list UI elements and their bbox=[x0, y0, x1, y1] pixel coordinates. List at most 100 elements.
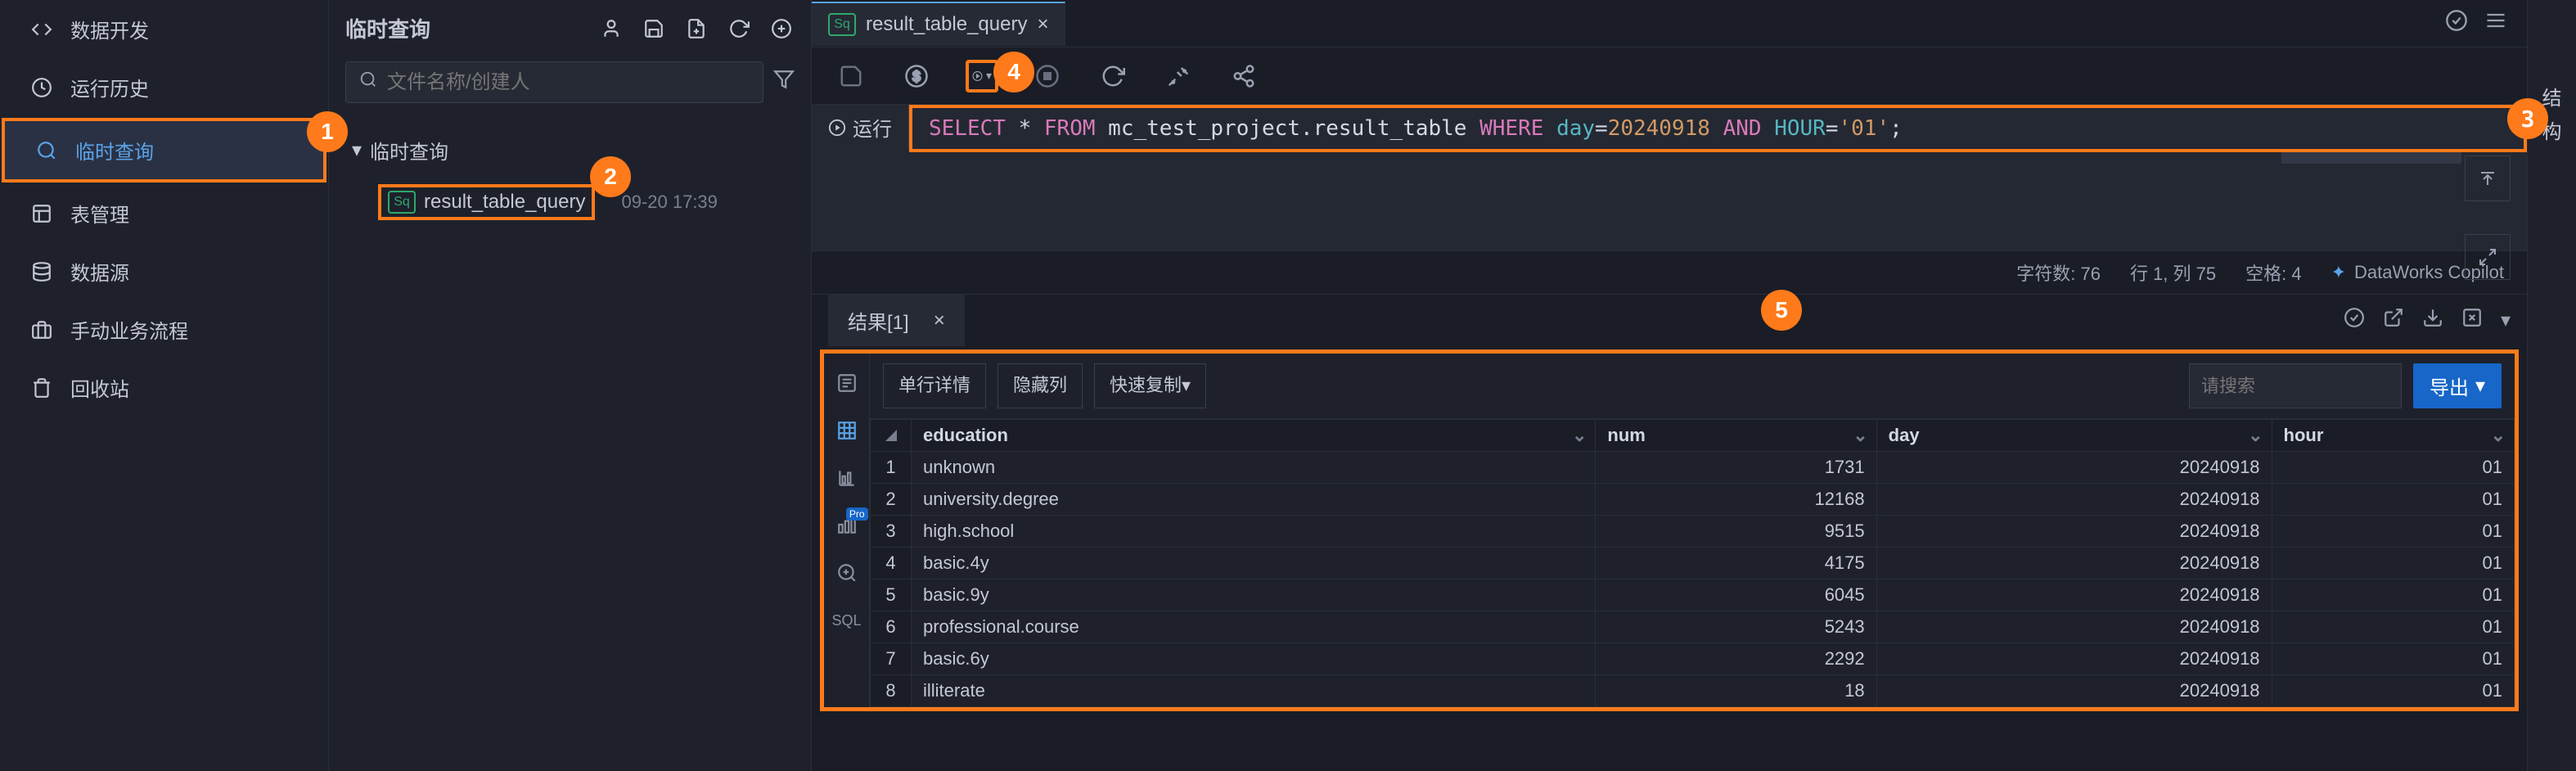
nav-panel: 数据开发 运行历史 临时查询 1 表管理 数据源 手动业务流程 回收站 bbox=[0, 0, 329, 771]
sidebar-item-data-dev[interactable]: 数据开发 bbox=[0, 0, 328, 58]
cell-education: basic.4y bbox=[912, 548, 1596, 579]
side-chart-icon[interactable] bbox=[834, 465, 860, 491]
file-timestamp: 09-20 17:39 bbox=[621, 192, 717, 213]
table-row[interactable]: 4 basic.4y 4175 20240918 01 bbox=[871, 548, 2515, 579]
save-icon[interactable] bbox=[641, 16, 667, 42]
col-num[interactable]: num⌄ bbox=[1596, 420, 1876, 452]
cost-icon[interactable]: $ bbox=[900, 60, 933, 92]
search-icon bbox=[359, 70, 377, 94]
results-search[interactable] bbox=[2189, 363, 2402, 408]
chevron-down-icon: ▾ bbox=[986, 69, 992, 83]
tab-name: result_table_query bbox=[866, 13, 1027, 36]
chevron-down-icon[interactable]: ⌄ bbox=[1853, 425, 1867, 446]
table-row[interactable]: 8 illiterate 18 20240918 01 bbox=[871, 675, 2515, 707]
btn-hide-col[interactable]: 隐藏列 bbox=[998, 363, 1083, 408]
cell-num: 5243 bbox=[1596, 611, 1876, 643]
delete-icon[interactable] bbox=[2461, 307, 2483, 334]
download-icon[interactable] bbox=[2422, 307, 2443, 334]
chevron-down-icon[interactable]: ▾ bbox=[2501, 309, 2511, 332]
table-row[interactable]: 6 professional.course 5243 20240918 01 bbox=[871, 611, 2515, 643]
editor-body[interactable] bbox=[812, 152, 2527, 250]
sidebar-item-trash[interactable]: 回收站 bbox=[0, 358, 328, 417]
table-row[interactable]: 2 university.degree 12168 20240918 01 bbox=[871, 484, 2515, 516]
table-row[interactable]: 7 basic.6y 2292 20240918 01 bbox=[871, 643, 2515, 675]
status-spaces: 空格: 4 bbox=[2245, 259, 2301, 286]
results-search-input[interactable] bbox=[2201, 376, 2437, 397]
sparkle-icon: ✦ bbox=[2331, 262, 2346, 283]
chevron-down-icon[interactable]: ⌄ bbox=[2248, 425, 2263, 446]
chevron-down-icon[interactable]: ⌄ bbox=[1572, 425, 1587, 446]
code-icon bbox=[29, 17, 54, 42]
results-side-tabs: Pro SQL bbox=[824, 354, 870, 707]
table-row[interactable]: 3 high.school 9515 20240918 01 bbox=[871, 516, 2515, 548]
minimap[interactable] bbox=[2281, 152, 2461, 164]
file-panel-title: 临时查询 bbox=[345, 13, 430, 43]
tree-item-file[interactable]: Sq result_table_query 09-20 17:39 2 bbox=[345, 174, 795, 230]
share-icon[interactable] bbox=[1227, 60, 1260, 92]
side-pro-icon[interactable]: Pro bbox=[834, 512, 860, 539]
export-button[interactable]: 导出▾ bbox=[2413, 363, 2502, 408]
pop-out-icon[interactable] bbox=[2383, 307, 2404, 334]
side-magnify-icon[interactable] bbox=[834, 560, 860, 586]
btn-quick-copy[interactable]: 快速复制▾ bbox=[1094, 363, 1206, 408]
sidebar-item-datasource[interactable]: 数据源 bbox=[0, 242, 328, 300]
callout-1: 1 bbox=[307, 111, 348, 152]
cell-day: 20240918 bbox=[1876, 643, 2272, 675]
history-icon bbox=[29, 75, 54, 100]
status-pos: 行 1, 列 75 bbox=[2130, 259, 2216, 286]
cell-education: basic.9y bbox=[912, 579, 1596, 611]
filter-icon[interactable] bbox=[773, 69, 795, 96]
cell-num: 12168 bbox=[1596, 484, 1876, 516]
close-icon[interactable]: × bbox=[934, 309, 945, 332]
table-row[interactable]: 5 basic.9y 6045 20240918 01 bbox=[871, 579, 2515, 611]
file-search-input[interactable] bbox=[387, 71, 750, 94]
expand-icon[interactable] bbox=[2465, 234, 2511, 280]
sidebar-item-manual-flow[interactable]: 手动业务流程 bbox=[0, 300, 328, 358]
sql-editor[interactable]: SELECT * FROM mc_test_project.result_tab… bbox=[909, 105, 2527, 152]
cell-education: university.degree bbox=[912, 484, 1596, 516]
sidebar-item-adhoc-query[interactable]: 临时查询 1 bbox=[2, 118, 327, 183]
file-panel-header: 临时查询 bbox=[329, 0, 811, 56]
sql-badge: Sq bbox=[388, 191, 416, 214]
file-header-actions bbox=[598, 16, 795, 42]
menu-icon[interactable] bbox=[2484, 9, 2507, 38]
table-header-row: education⌄ num⌄ day⌄ hour⌄ bbox=[871, 420, 2515, 452]
callout-2: 2 bbox=[590, 156, 631, 197]
sidebar-item-table-mgmt[interactable]: 表管理 bbox=[0, 184, 328, 242]
save-button[interactable] bbox=[835, 60, 867, 92]
results-tab[interactable]: 结果[1] × bbox=[828, 295, 965, 346]
col-day[interactable]: day⌄ bbox=[1876, 420, 2272, 452]
check-circle-icon[interactable] bbox=[2445, 9, 2468, 38]
side-logs-icon[interactable] bbox=[834, 370, 860, 396]
side-sql-label[interactable]: SQL bbox=[834, 607, 860, 633]
tab-result-table-query[interactable]: Sq result_table_query × bbox=[812, 2, 1065, 46]
user-icon[interactable] bbox=[598, 16, 624, 42]
tree-root[interactable]: ▾ 临时查询 bbox=[345, 126, 795, 174]
chevron-down-icon[interactable]: ⌄ bbox=[2491, 425, 2506, 446]
stop-button[interactable] bbox=[1031, 60, 1064, 92]
col-idx[interactable] bbox=[871, 420, 912, 452]
main-area: Sq result_table_query × $ ▾ 4 运行 SELECT … bbox=[812, 0, 2527, 771]
table-row[interactable]: 1 unknown 1731 20240918 01 bbox=[871, 452, 2515, 484]
refresh-icon[interactable] bbox=[726, 16, 752, 42]
locate-icon[interactable] bbox=[768, 16, 795, 42]
redo-icon[interactable] bbox=[1097, 60, 1129, 92]
col-hour[interactable]: hour⌄ bbox=[2272, 420, 2514, 452]
cell-day: 20240918 bbox=[1876, 452, 2272, 484]
sql-col: HOUR bbox=[1774, 116, 1826, 141]
close-icon[interactable]: × bbox=[1037, 13, 1048, 36]
col-education[interactable]: education⌄ bbox=[912, 420, 1596, 452]
run-chip[interactable]: 运行 bbox=[812, 105, 909, 150]
format-icon[interactable] bbox=[1162, 60, 1195, 92]
sql-val: '01' bbox=[1838, 116, 1889, 141]
btn-row-detail[interactable]: 单行详情 bbox=[883, 363, 986, 408]
new-file-icon[interactable] bbox=[683, 16, 709, 42]
run-button[interactable]: ▾ 4 bbox=[966, 60, 998, 92]
side-table-icon[interactable] bbox=[834, 417, 860, 444]
goto-top-icon[interactable] bbox=[2465, 156, 2511, 201]
file-search[interactable] bbox=[345, 61, 763, 103]
sidebar-item-run-history[interactable]: 运行历史 bbox=[0, 58, 328, 116]
check-circle-icon[interactable] bbox=[2344, 307, 2365, 334]
cell-num: 4175 bbox=[1596, 548, 1876, 579]
cell-num: 9515 bbox=[1596, 516, 1876, 548]
